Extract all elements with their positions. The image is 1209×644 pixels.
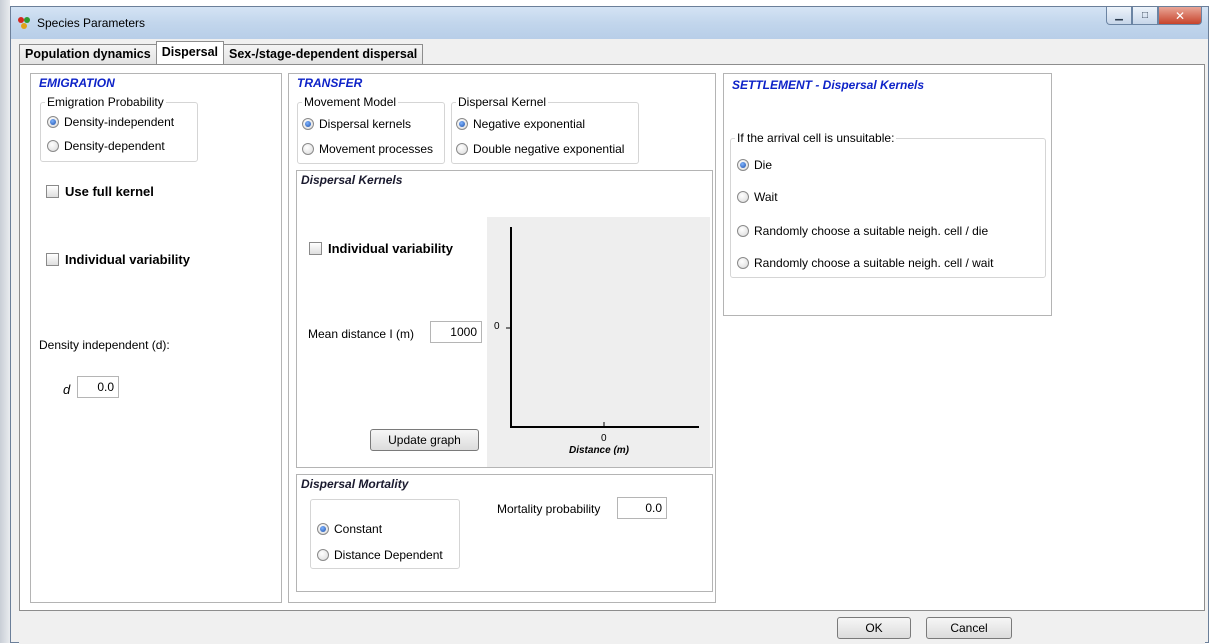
dispersal-kernels-title: Dispersal Kernels xyxy=(301,173,403,187)
maximize-icon: □ xyxy=(1141,10,1149,21)
radio-label: Dispersal kernels xyxy=(319,117,412,131)
dispersal-kernel-group: Dispersal Kernel Negative exponential Do… xyxy=(451,95,639,164)
checkbox-icon xyxy=(46,185,59,198)
unsuitable-cell-label: If the arrival cell is unsuitable: xyxy=(735,131,897,145)
emigration-probability-label: Emigration Probability xyxy=(45,95,166,109)
radio-unchecked-icon xyxy=(302,143,314,155)
radio-random-neigh-die[interactable]: Randomly choose a suitable neigh. cell /… xyxy=(737,224,988,238)
radio-density-independent[interactable]: Density-independent xyxy=(47,115,174,129)
cancel-button[interactable]: Cancel xyxy=(926,617,1012,639)
radio-label: Negative exponential xyxy=(473,117,586,131)
dispersal-mortality-panel: Dispersal Mortality Constant Distance De… xyxy=(296,474,713,592)
maximize-button[interactable]: □ xyxy=(1132,7,1158,25)
emigration-title: EMIGRATION xyxy=(39,76,115,90)
radio-die[interactable]: Die xyxy=(737,158,772,172)
radio-checked-icon xyxy=(302,118,314,130)
radio-label: Constant xyxy=(334,522,383,536)
minimize-icon: ▁ xyxy=(1115,10,1123,21)
radio-checked-icon xyxy=(456,118,468,130)
unsuitable-cell-group: If the arrival cell is unsuitable: Die W… xyxy=(730,131,1046,278)
radio-label: Density-independent xyxy=(64,115,175,129)
checkbox-icon xyxy=(46,253,59,266)
dispersal-kernels-panel: Dispersal Kernels Individual variability… xyxy=(296,170,713,468)
radio-movement-processes[interactable]: Movement processes xyxy=(302,142,433,156)
title-bar: Species Parameters ▁ □ ✕ xyxy=(11,7,1208,39)
minimize-button[interactable]: ▁ xyxy=(1106,7,1132,25)
d-symbol: d xyxy=(63,382,71,397)
radio-checked-icon xyxy=(737,159,749,171)
checkbox-emigration-individual-variability[interactable]: Individual variability xyxy=(46,252,190,267)
mean-distance-label: Mean distance I (m) xyxy=(308,327,415,341)
emigration-probability-group: Emigration Probability Density-independe… xyxy=(40,95,198,162)
checkbox-label: Individual variability xyxy=(65,252,190,267)
close-button[interactable]: ✕ xyxy=(1158,7,1202,25)
radio-label: Wait xyxy=(754,190,778,204)
radio-label: Randomly choose a suitable neigh. cell /… xyxy=(754,256,994,270)
mortality-type-group: Constant Distance Dependent xyxy=(310,499,460,569)
radio-unchecked-icon xyxy=(737,257,749,269)
close-icon: ✕ xyxy=(1174,8,1186,23)
dispersal-kernel-label: Dispersal Kernel xyxy=(456,95,549,109)
emigration-panel: EMIGRATION Emigration Probability Densit… xyxy=(30,73,282,603)
checkbox-icon xyxy=(309,242,322,255)
radio-wait[interactable]: Wait xyxy=(737,190,778,204)
radio-label: Double negative exponential xyxy=(473,142,625,156)
dispersal-tab-panel: EMIGRATION Emigration Probability Densit… xyxy=(19,64,1205,611)
mortality-probability-field[interactable]: 0.0 xyxy=(617,497,667,519)
radio-dispersal-kernels[interactable]: Dispersal kernels xyxy=(302,117,411,131)
settlement-panel: SETTLEMENT - Dispersal Kernels If the ar… xyxy=(723,73,1052,316)
radio-unchecked-icon xyxy=(456,143,468,155)
movement-model-group: Movement Model Dispersal kernels Movemen… xyxy=(297,95,445,164)
window-controls: ▁ □ ✕ xyxy=(1106,7,1202,27)
transfer-title: TRANSFER xyxy=(297,76,363,90)
dispersal-mortality-title: Dispersal Mortality xyxy=(301,477,409,491)
d-value-field[interactable]: 0.0 xyxy=(77,376,119,398)
kernel-graph: 0 0 Distance (m) xyxy=(487,217,710,467)
transfer-panel: TRANSFER Movement Model Dispersal kernel… xyxy=(288,73,716,603)
radio-label: Density-dependent xyxy=(64,139,165,153)
checkbox-label: Individual variability xyxy=(328,241,453,256)
radio-label: Movement processes xyxy=(319,142,434,156)
radio-checked-icon xyxy=(47,116,59,128)
checkbox-label: Use full kernel xyxy=(65,184,154,199)
radio-unchecked-icon xyxy=(737,191,749,203)
radio-unchecked-icon xyxy=(737,225,749,237)
radio-label: Die xyxy=(754,158,773,172)
movement-model-label: Movement Model xyxy=(302,95,399,109)
checkbox-transfer-individual-variability[interactable]: Individual variability xyxy=(309,241,453,256)
app-icon xyxy=(18,17,30,29)
kernel-graph-axes xyxy=(506,227,699,428)
update-graph-button[interactable]: Update graph xyxy=(370,429,479,451)
radio-negative-exponential[interactable]: Negative exponential xyxy=(456,117,585,131)
radio-unchecked-icon xyxy=(47,140,59,152)
radio-label: Randomly choose a suitable neigh. cell /… xyxy=(754,224,989,238)
settlement-title: SETTLEMENT - Dispersal Kernels xyxy=(732,78,925,92)
graph-x-tick: 0 xyxy=(601,433,607,444)
tab-dispersal[interactable]: Dispersal xyxy=(155,41,224,64)
radio-unchecked-icon xyxy=(317,549,329,561)
window-title: Species Parameters xyxy=(37,16,146,30)
ok-button[interactable]: OK xyxy=(837,617,911,639)
tab-sex-stage-dispersal[interactable]: Sex-/stage-dependent dispersal xyxy=(223,44,424,64)
radio-checked-icon xyxy=(317,523,329,535)
checkbox-use-full-kernel[interactable]: Use full kernel xyxy=(46,184,154,199)
mean-distance-field[interactable]: 1000 xyxy=(430,321,482,343)
background-window-edge xyxy=(0,0,10,643)
tab-population-dynamics[interactable]: Population dynamics xyxy=(19,44,157,64)
radio-label: Distance Dependent xyxy=(334,548,443,562)
species-parameters-window: Species Parameters ▁ □ ✕ Population dyna… xyxy=(10,6,1209,644)
radio-double-negative-exponential[interactable]: Double negative exponential xyxy=(456,142,624,156)
graph-y-tick: 0 xyxy=(494,321,500,332)
mortality-probability-label: Mortality probability xyxy=(497,502,601,516)
density-independent-label: Density independent (d): xyxy=(39,338,170,352)
tab-bar: Population dynamics Dispersal Sex-/stage… xyxy=(19,41,424,64)
radio-constant[interactable]: Constant xyxy=(317,522,382,536)
radio-density-dependent[interactable]: Density-dependent xyxy=(47,139,165,153)
radio-random-neigh-wait[interactable]: Randomly choose a suitable neigh. cell /… xyxy=(737,256,993,270)
dialog-footer: OK Cancel xyxy=(19,611,1205,644)
radio-distance-dependent[interactable]: Distance Dependent xyxy=(317,548,443,562)
graph-x-label: Distance (m) xyxy=(569,445,630,456)
